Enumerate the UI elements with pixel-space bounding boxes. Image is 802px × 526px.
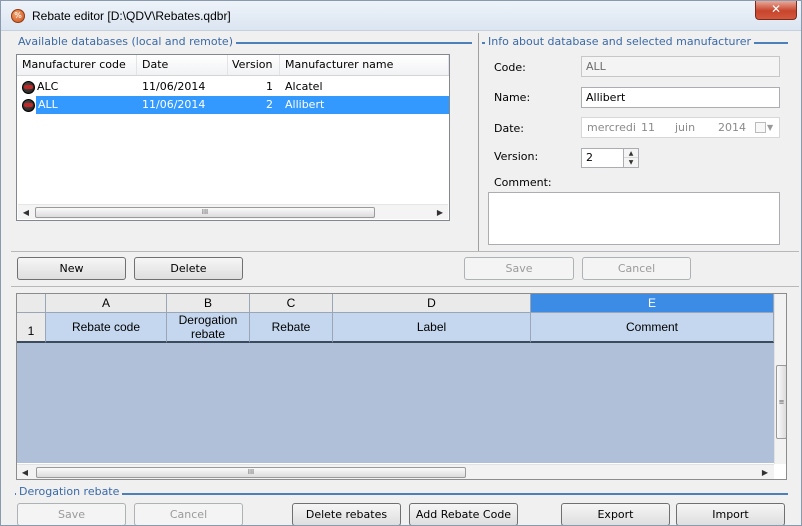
comment-field[interactable]	[488, 192, 780, 245]
databases-horizontal-scrollbar[interactable]: ◀ III ▶	[18, 204, 448, 219]
cancel-button[interactable]: Cancel	[582, 257, 691, 280]
derogation-group-title: Derogation rebate	[16, 485, 123, 498]
grid-empty-area[interactable]	[17, 343, 774, 463]
database-row-all[interactable]: ALL 11/06/2014 2 Allibert	[36, 96, 449, 114]
databases-list-header: Manufacturer code Date Version Manufactu…	[17, 55, 449, 76]
column-header-manufacturer-name[interactable]: Manufacturer name	[280, 55, 449, 75]
column-letter-d[interactable]: D	[333, 294, 531, 313]
version-field[interactable]: 2	[581, 148, 624, 168]
row-number-1[interactable]: 1	[17, 313, 46, 343]
new-button[interactable]: New	[17, 257, 126, 280]
code-label: Code:	[494, 61, 526, 74]
date-year: 2014	[718, 121, 746, 134]
date-label: Date:	[494, 122, 524, 135]
column-letter-b[interactable]: B	[167, 294, 250, 313]
row-code: ALC	[37, 80, 59, 93]
grid-vertical-scrollbar[interactable]: ≡	[774, 294, 786, 464]
date-picker[interactable]: mercredi 11 juin 2014 ▼	[581, 117, 780, 138]
date-day: 11	[641, 121, 655, 134]
header-comment[interactable]: Comment	[531, 313, 774, 343]
name-label: Name:	[494, 91, 531, 104]
name-field[interactable]: Allibert	[581, 87, 780, 108]
version-label: Version:	[494, 150, 539, 163]
column-letter-a[interactable]: A	[46, 294, 167, 313]
row-date: 11/06/2014	[142, 98, 206, 111]
import-button[interactable]: Import	[676, 503, 785, 525]
spin-up-icon[interactable]: ▲	[624, 149, 638, 158]
vertical-splitter[interactable]	[478, 33, 479, 251]
header-derogation-rebate-label: Derogation rebate	[178, 313, 238, 341]
info-group-title: Info about database and selected manufac…	[485, 35, 755, 48]
delete-rebates-button[interactable]: Delete rebates	[292, 503, 401, 525]
grid-corner-cell[interactable]	[17, 294, 46, 313]
top-section-separator	[11, 251, 799, 252]
database-row-alc[interactable]: ALC 11/06/2014 1 Alcatel	[17, 78, 449, 96]
app-percent-icon: %	[11, 9, 25, 23]
derogation-group-line	[15, 493, 788, 495]
scroll-left-arrow-icon[interactable]: ◀	[17, 465, 33, 479]
rebate-grid[interactable]: A B C D E 1 Rebate code Derogation rebat…	[16, 293, 787, 480]
databases-list[interactable]: Manufacturer code Date Version Manufactu…	[16, 54, 450, 221]
comment-label: Comment:	[494, 176, 552, 189]
date-month: juin	[675, 121, 696, 134]
derogation-cancel-button[interactable]: Cancel	[134, 503, 243, 525]
date-weekday: mercredi	[587, 121, 636, 134]
chevron-down-icon[interactable]: ▼	[767, 118, 773, 137]
column-header-manufacturer-code[interactable]: Manufacturer code	[17, 55, 137, 75]
column-header-version[interactable]: Version	[228, 55, 280, 75]
header-rebate-code[interactable]: Rebate code	[46, 313, 167, 343]
database-icon	[22, 81, 35, 94]
save-button[interactable]: Save	[464, 257, 574, 280]
column-letter-c[interactable]: C	[250, 294, 333, 313]
row-version: 1	[266, 80, 273, 93]
close-button[interactable]: ✕	[755, 1, 797, 20]
row-code: ALL	[38, 98, 58, 111]
vertical-scroll-thumb[interactable]: ≡	[776, 365, 786, 439]
spin-down-icon[interactable]: ▼	[624, 158, 638, 167]
grid-scroll-thumb[interactable]: III	[36, 467, 466, 478]
scroll-left-arrow-icon[interactable]: ◀	[18, 205, 34, 220]
export-button[interactable]: Export	[561, 503, 670, 525]
calendar-checkbox[interactable]	[755, 122, 766, 133]
delete-button[interactable]: Delete	[134, 257, 243, 280]
version-spinner[interactable]: ▲ ▼	[623, 148, 639, 168]
header-rebate[interactable]: Rebate	[250, 313, 333, 343]
header-label[interactable]: Label	[333, 313, 531, 343]
column-header-date[interactable]: Date	[137, 55, 228, 75]
databases-group-title: Available databases (local and remote)	[15, 35, 236, 48]
column-letter-e[interactable]: E	[531, 294, 774, 313]
title-bar: % Rebate editor [D:\QDV\Rebates.qdbr] ✕	[1, 1, 801, 31]
code-field: ALL	[581, 56, 780, 77]
database-icon	[22, 99, 35, 112]
grid-horizontal-scrollbar[interactable]: ◀ III ▶	[17, 464, 774, 479]
scroll-right-arrow-icon[interactable]: ▶	[757, 465, 773, 479]
header-derogation-rebate[interactable]: Derogation rebate	[167, 313, 250, 343]
row-version: 2	[266, 98, 273, 111]
add-rebate-code-button[interactable]: Add Rebate Code	[409, 503, 518, 525]
row-date: 11/06/2014	[142, 80, 206, 93]
row-name: Allibert	[285, 98, 325, 111]
derogation-save-button[interactable]: Save	[17, 503, 126, 525]
rebate-editor-window: % Rebate editor [D:\QDV\Rebates.qdbr] ✕ …	[0, 0, 802, 526]
scroll-right-arrow-icon[interactable]: ▶	[432, 205, 448, 220]
scroll-thumb[interactable]: III	[35, 207, 375, 218]
row-name: Alcatel	[285, 80, 323, 93]
grid-section-separator	[11, 286, 799, 287]
window-title: Rebate editor [D:\QDV\Rebates.qdbr]	[32, 9, 231, 23]
